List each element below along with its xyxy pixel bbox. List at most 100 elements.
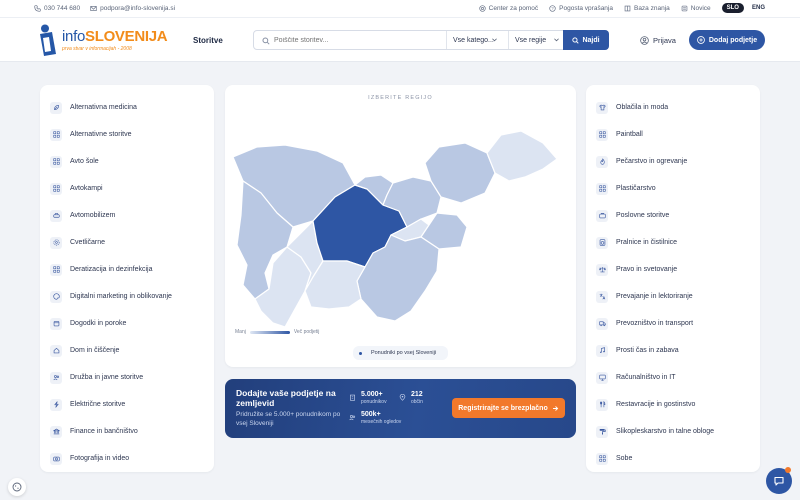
cookie-settings-button[interactable]: [8, 478, 26, 496]
category-item[interactable]: Dom in čiščenje: [50, 337, 172, 364]
category-item[interactable]: Prosti čas in zabava: [596, 337, 714, 364]
category-icon-box: [596, 452, 608, 465]
category-item[interactable]: Prevozništvo in transport: [596, 310, 714, 337]
legend-min-label: Manj: [235, 329, 246, 335]
category-icon-box: [50, 290, 62, 303]
category-icon-box: [596, 425, 608, 438]
stat-municipalities: 212 občin: [411, 391, 423, 405]
category-label: Deratizacija in dezinfekcija: [70, 266, 153, 273]
login-button[interactable]: Prijava: [640, 31, 682, 49]
flower-icon: [53, 239, 59, 246]
category-item[interactable]: Digitalni marketing in oblikovanje: [50, 283, 172, 310]
categories-right-panel: Oblačila in moda Paintball Pečarstvo in og…: [586, 85, 760, 472]
category-item[interactable]: Cvetličarne: [50, 229, 172, 256]
register-free-button[interactable]: Registrirajte se brezplačno: [452, 398, 565, 418]
utility-bar: 030 744 680 podpora@info-slovenija.si Ce…: [0, 0, 800, 18]
category-item[interactable]: Alternativna medicina: [50, 94, 172, 121]
grid-icon: [52, 266, 60, 273]
bank-icon: [52, 428, 60, 435]
search-icon: [262, 37, 270, 45]
category-icon-box: [50, 209, 62, 222]
building-icon: [350, 394, 355, 401]
category-label: Restavracije in gostinstvo: [616, 401, 696, 408]
nav-services-link[interactable]: Storitve: [193, 36, 223, 45]
category-item[interactable]: Slikopleskarstvo in talne obloge: [596, 418, 714, 445]
category-item[interactable]: Sobe: [596, 445, 714, 472]
chevron-down-icon: [554, 38, 559, 42]
category-item[interactable]: Pečarstvo in ogrevanje: [596, 148, 714, 175]
email-link[interactable]: podpora@info-slovenija.si: [90, 5, 175, 12]
search-input[interactable]: [274, 31, 444, 49]
phone-link[interactable]: 030 744 680: [34, 5, 80, 12]
news-link[interactable]: Novice: [681, 5, 711, 12]
category-label: Fotografija in video: [70, 455, 130, 462]
user-icon: [640, 35, 649, 45]
region-pomurska[interactable]: [486, 130, 558, 182]
add-company-button[interactable]: Dodaj podjetje: [689, 30, 765, 50]
lifebuoy-icon: [478, 4, 486, 12]
palette-icon: [52, 293, 60, 300]
category-item[interactable]: Fotografija in video: [50, 445, 172, 472]
category-item[interactable]: Plastičarstvo: [596, 175, 714, 202]
category-item[interactable]: Električne storitve: [50, 391, 172, 418]
lang-slo-button[interactable]: SLO: [721, 3, 744, 13]
category-label: Avtokampi: [70, 185, 103, 192]
category-item[interactable]: Avto šole: [50, 148, 172, 175]
logo-slovenija: SLOVENIJA: [85, 28, 168, 45]
category-item[interactable]: Finance in bančništvo: [50, 418, 172, 445]
grid-icon: [52, 131, 60, 138]
find-button[interactable]: Najdi: [563, 30, 609, 50]
category-item[interactable]: Dogodki in poroke: [50, 310, 172, 337]
news-icon: [681, 5, 688, 11]
category-item[interactable]: Avtomobilizem: [50, 202, 172, 229]
category-item[interactable]: Prevajanje in lektoriranje: [596, 283, 714, 310]
category-label: Dom in čiščenje: [70, 347, 120, 354]
category-item[interactable]: Pralnice in čistilnice: [596, 229, 714, 256]
category-label: Digitalni marketing in oblikovanje: [70, 293, 172, 300]
category-icon-box: [50, 263, 62, 276]
category-icon-box: [596, 290, 608, 303]
category-icon-box: [50, 128, 62, 141]
flame-icon: [599, 158, 605, 165]
phone-icon: [34, 5, 41, 12]
category-label: Finance in bančništvo: [70, 428, 138, 435]
category-icon-box: [50, 452, 62, 465]
category-icon-box: [50, 371, 62, 384]
category-item[interactable]: Alternativne storitve: [50, 121, 172, 148]
home-icon: [53, 347, 59, 354]
category-item[interactable]: Avtokampi: [50, 175, 172, 202]
logo-info: info: [62, 28, 85, 45]
legend-gradient: [249, 330, 290, 334]
faq-link[interactable]: ? Pogosta vprašanja: [549, 5, 613, 12]
chevron-down-icon: [492, 38, 497, 42]
category-icon-box: [596, 263, 608, 276]
logo-tagline: prva stvar v informacijah - 2008: [62, 46, 132, 52]
category-icon-box: [596, 398, 608, 411]
category-item[interactable]: Deratizacija in dezinfekcija: [50, 256, 172, 283]
category-label: Računalništvo in IT: [616, 374, 676, 381]
category-item[interactable]: Oblačila in moda: [596, 94, 714, 121]
category-icon-box: [596, 209, 608, 222]
category-item[interactable]: Paintball: [596, 121, 714, 148]
category-label: Električne storitve: [70, 401, 126, 408]
category-select[interactable]: Vse katego...: [446, 31, 502, 49]
category-icon-box: [596, 371, 608, 384]
help-center-link[interactable]: Center za pomoč: [478, 4, 538, 12]
category-item[interactable]: Družba in javne storitve: [50, 364, 172, 391]
region-select[interactable]: Vse regije: [508, 31, 564, 49]
knowledge-base-link[interactable]: Baza znanja: [624, 5, 670, 12]
category-icon-box: [596, 236, 608, 249]
category-item[interactable]: Poslovne storitve: [596, 202, 714, 229]
map-note: Ponudniki po vsej Sloveniji: [225, 346, 576, 360]
category-item[interactable]: Pravo in svetovanje: [596, 256, 714, 283]
lang-eng-button[interactable]: ENG: [747, 3, 770, 13]
slovenia-map: [232, 130, 558, 328]
category-item[interactable]: Računalništvo in IT: [596, 364, 714, 391]
category-label: Pralnice in čistilnice: [616, 239, 678, 246]
email-address: podpora@info-slovenija.si: [100, 5, 176, 12]
category-item[interactable]: Restavracije in gostinstvo: [596, 391, 714, 418]
category-label: Alternativna medicina: [70, 104, 137, 111]
truck-icon: [598, 321, 606, 327]
arrow-right-icon: [552, 405, 558, 411]
site-logo[interactable]: infoSLOVENIJA prva stvar v informacijah …: [34, 24, 179, 58]
